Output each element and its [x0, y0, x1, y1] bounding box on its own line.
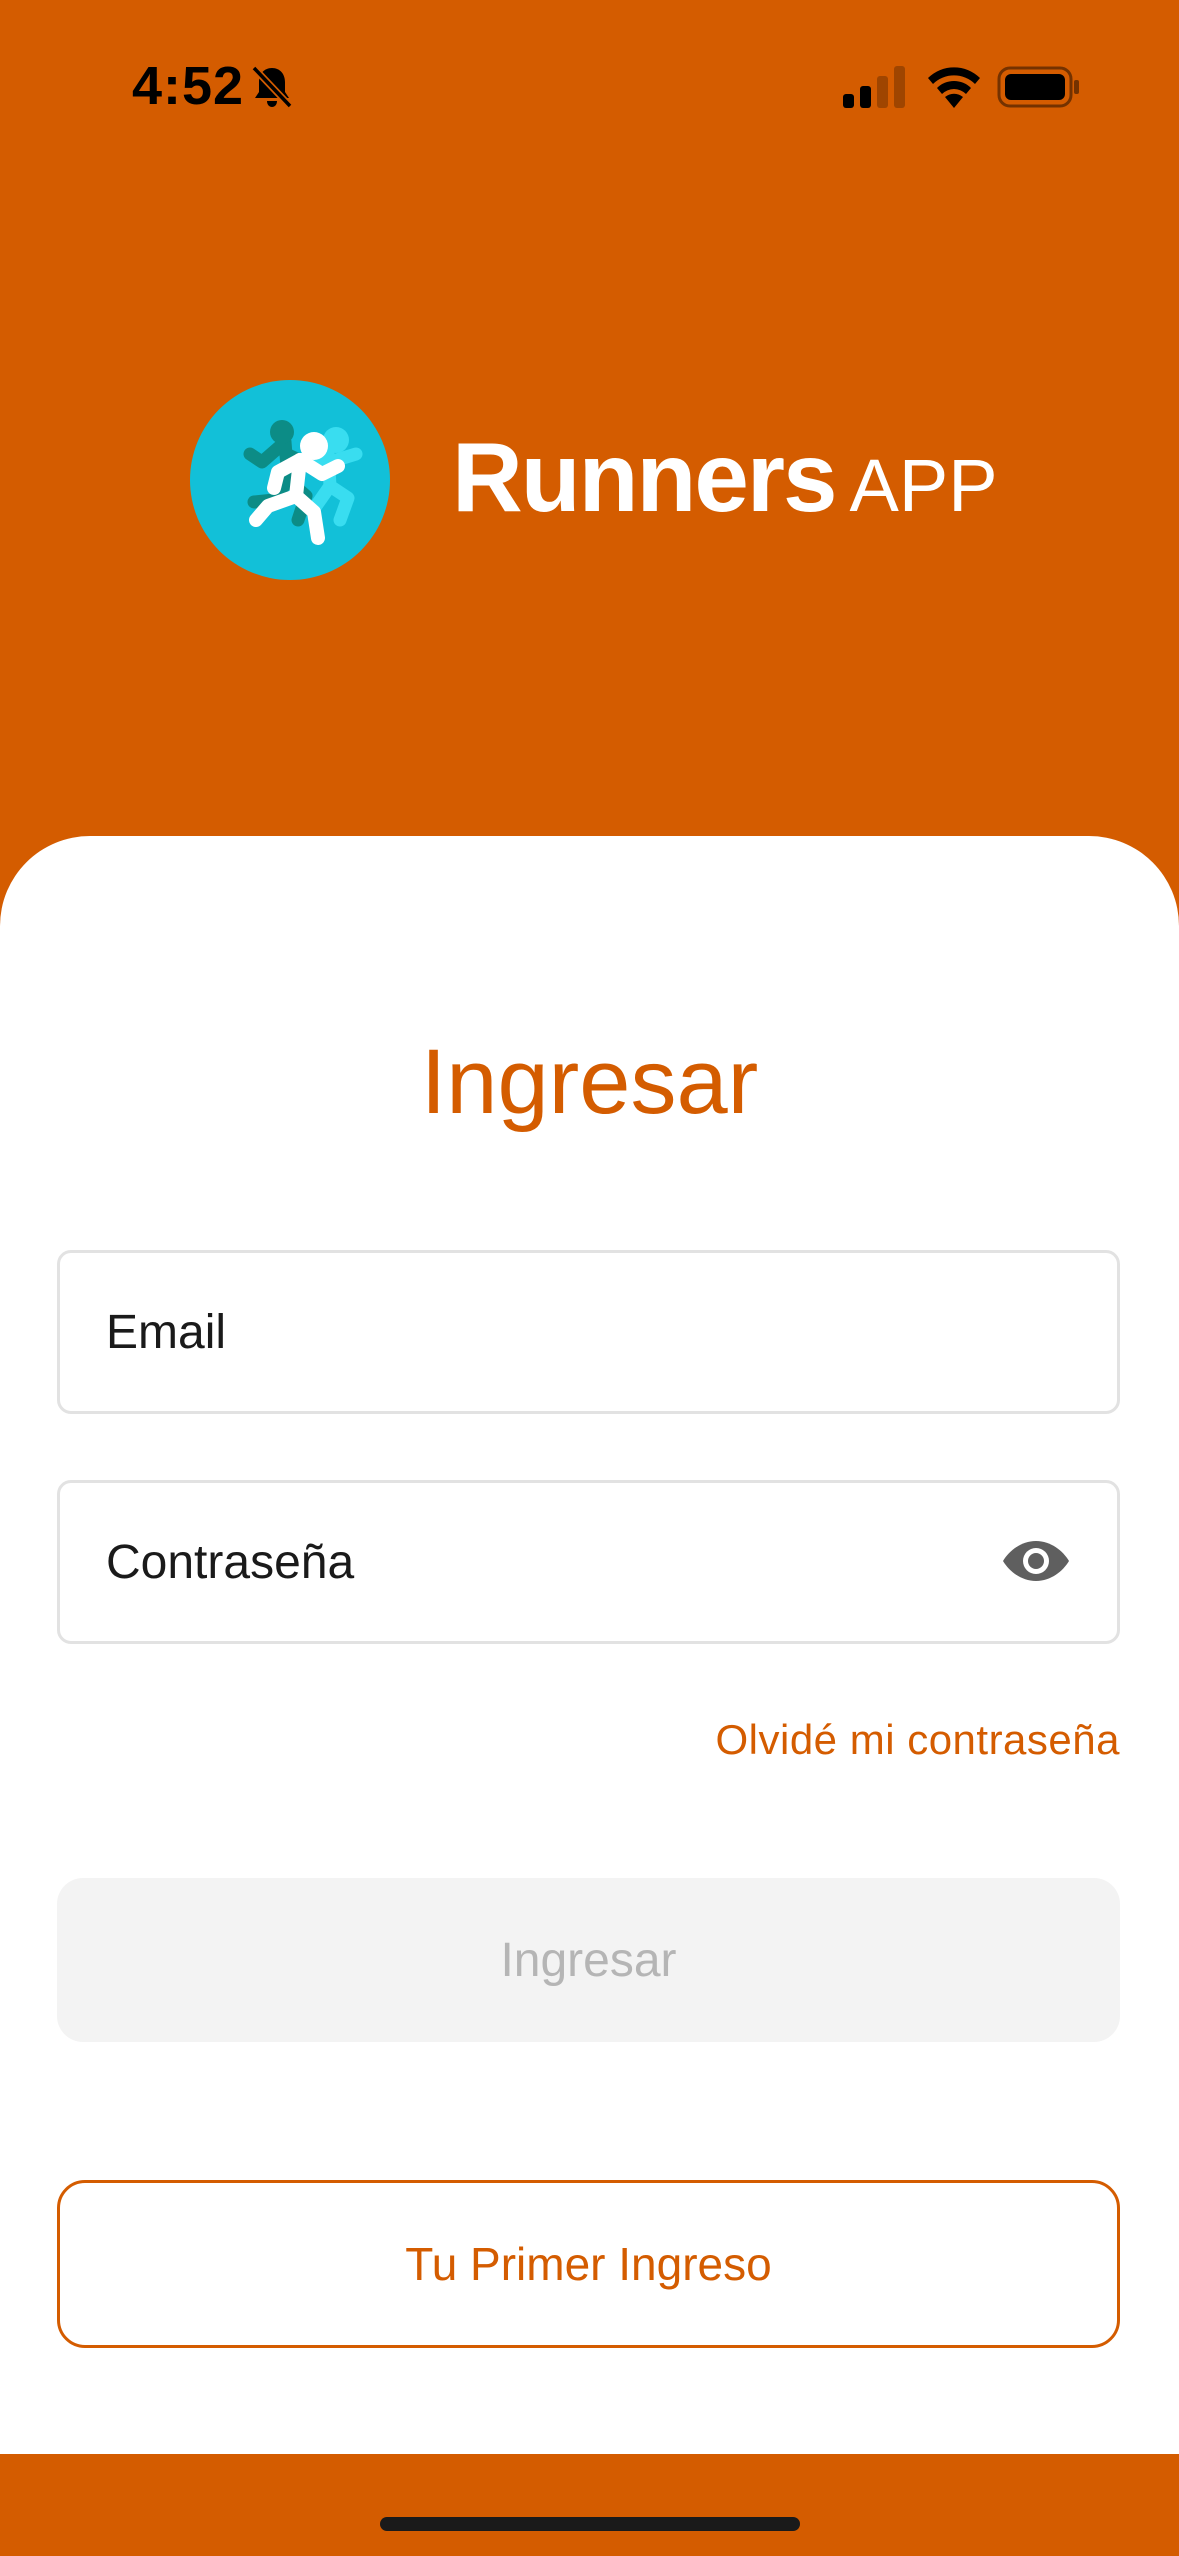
eye-icon[interactable] — [1001, 1533, 1071, 1589]
email-field[interactable] — [57, 1250, 1120, 1414]
home-indicator[interactable] — [380, 2517, 800, 2531]
first-login-button[interactable]: Tu Primer Ingreso — [57, 2180, 1120, 2348]
app-name-sub: APP — [849, 444, 998, 527]
status-time: 4:52 — [132, 56, 245, 116]
bell-off-icon — [251, 65, 293, 109]
forgot-password-link[interactable]: Olvidé mi contraseña — [715, 1716, 1120, 1764]
email-input[interactable] — [106, 1253, 1006, 1411]
battery-icon — [997, 66, 1079, 108]
wifi-icon — [928, 67, 980, 108]
login-button[interactable]: Ingresar — [57, 1878, 1120, 2042]
brand-header: Runners APP — [0, 380, 1179, 590]
signal-icon — [843, 66, 905, 108]
app-name-main: Runners — [452, 422, 838, 532]
status-bar: 4:52 — [0, 0, 1179, 175]
login-card: Ingresar Olvidé mi contraseña Ingresar T… — [0, 836, 1179, 2454]
password-field[interactable] — [57, 1480, 1120, 1644]
password-input[interactable] — [106, 1483, 1006, 1641]
app-name: Runners APP — [452, 428, 998, 526]
runners-logo-icon — [190, 380, 390, 580]
page-title: Ingresar — [420, 1031, 759, 1133]
